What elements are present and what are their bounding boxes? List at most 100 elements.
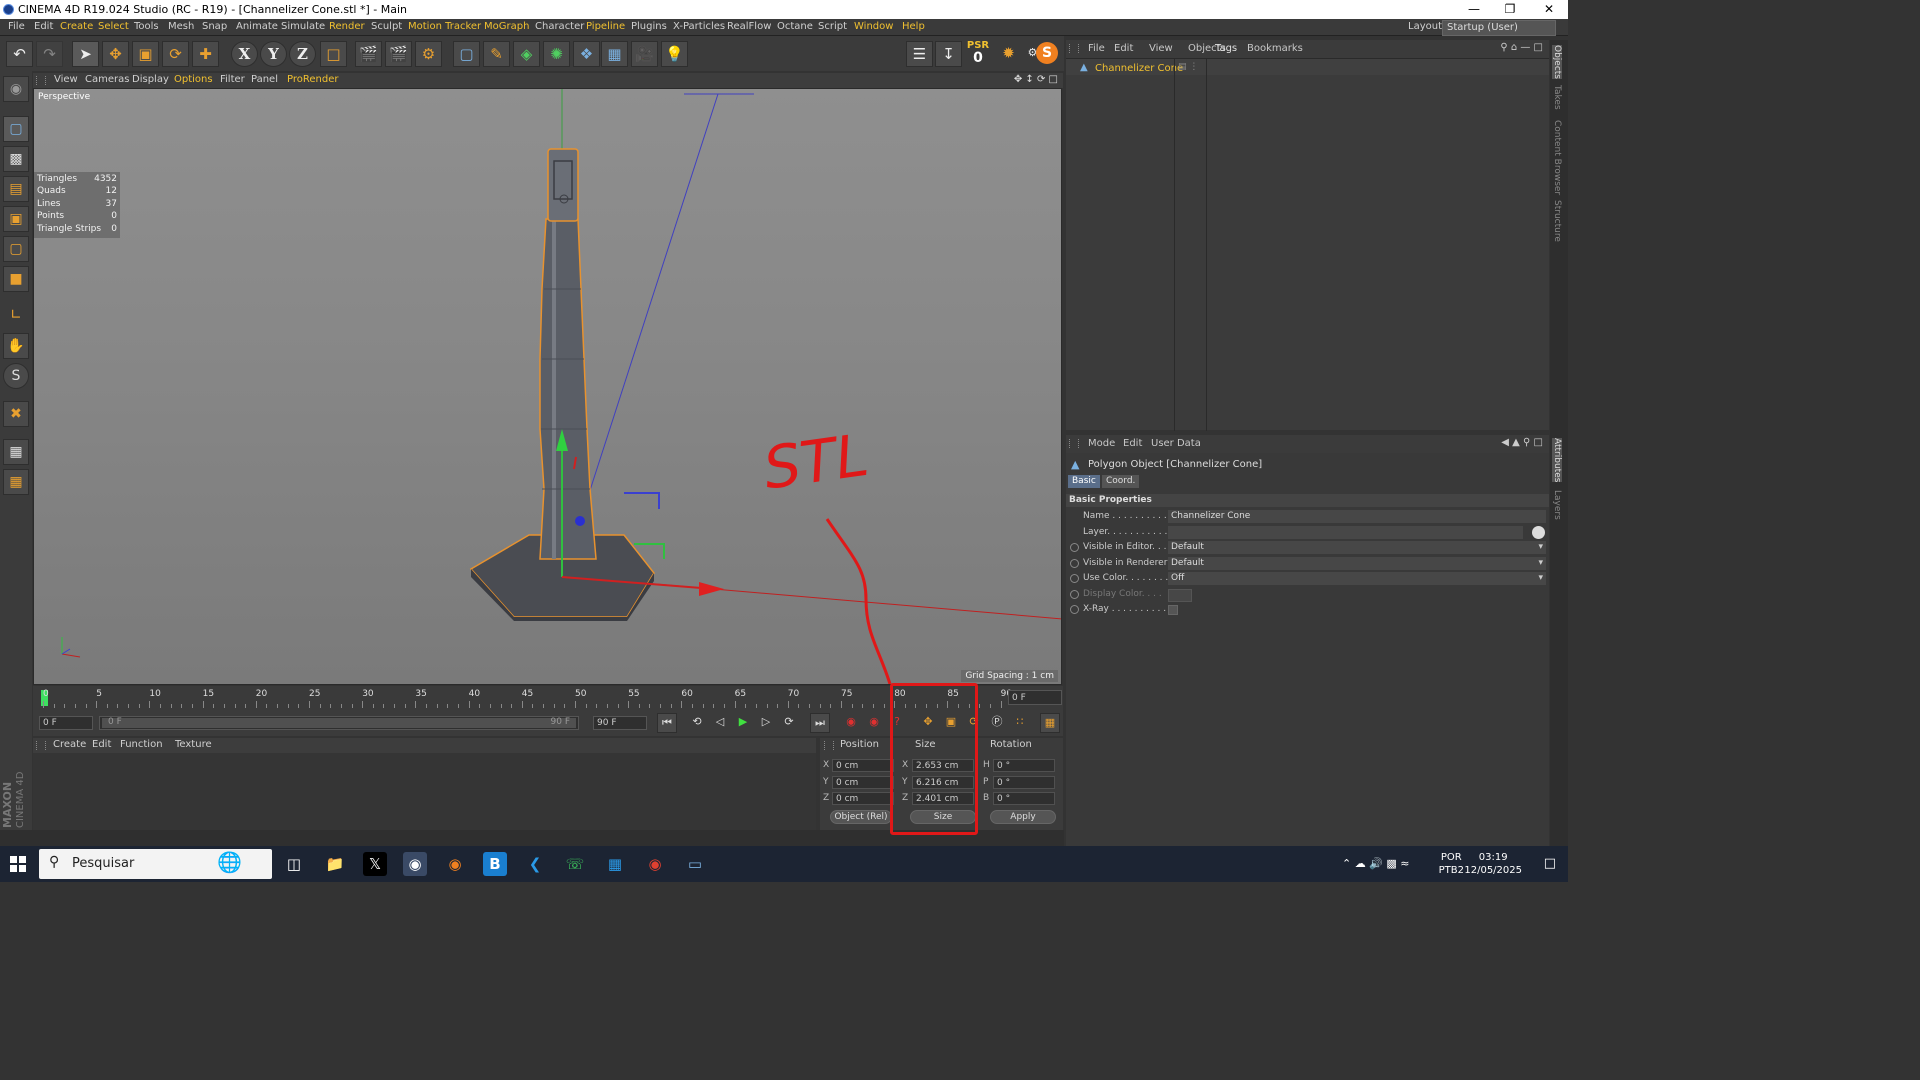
viewport-camera-label[interactable]: Perspective <box>38 92 90 102</box>
prev-key-icon[interactable]: ⟲ <box>687 713 707 733</box>
menu-file[interactable]: File <box>8 21 25 32</box>
keyframe-selection-icon[interactable]: ? <box>887 713 907 733</box>
make-editable-icon[interactable]: ◉ <box>3 76 29 102</box>
key-point-level-icon[interactable]: ∷ <box>1010 713 1030 733</box>
y-axis-lock-icon[interactable]: Y <box>260 41 287 67</box>
object-menu-edit[interactable]: Edit <box>1114 43 1133 54</box>
tab-coord[interactable]: Coord. <box>1102 475 1140 488</box>
calculator-icon[interactable]: ▦ <box>603 852 627 876</box>
menu-motion-tracker[interactable]: Motion Tracker <box>408 21 481 32</box>
object-menu-bookmarks[interactable]: Bookmarks <box>1247 43 1303 54</box>
object-manager-nav-icons[interactable]: ⚲ ⌂ — □ <box>1500 42 1543 53</box>
position-x-field[interactable]: 0 cm <box>832 759 894 772</box>
menu-animate[interactable]: Animate <box>236 21 278 32</box>
viewport-menu-filter[interactable]: Filter <box>220 74 245 85</box>
apply-button[interactable]: Apply <box>990 810 1056 824</box>
cinema4d-taskbar-icon[interactable]: ◉ <box>403 852 427 876</box>
rotation-b-field[interactable]: 0 ° <box>993 792 1055 805</box>
bake-download-icon[interactable]: ↧ <box>935 41 962 67</box>
menu-tools[interactable]: Tools <box>134 21 159 32</box>
menu-x-particles[interactable]: X-Particles <box>673 21 725 32</box>
s-plugin-icon[interactable]: S <box>1036 42 1058 64</box>
position-z-field[interactable]: 0 cm <box>832 792 894 805</box>
taskbar-search[interactable]: ⚲ Pesquisar 🌐 <box>39 849 272 879</box>
recent-tool-icon[interactable]: ✚ <box>192 41 219 67</box>
preview-range-slider[interactable]: 0 F 90 F <box>99 716 579 730</box>
play-icon[interactable]: ▶ <box>733 713 753 733</box>
viewport-menu-view[interactable]: View <box>54 74 78 85</box>
attribute-value[interactable]: Off <box>1168 572 1546 585</box>
menu-script[interactable]: Script <box>818 21 847 32</box>
restore-icon[interactable]: ❐ <box>1493 0 1527 19</box>
model-mode-icon[interactable]: ▢ <box>3 116 29 142</box>
render-view-icon[interactable]: 🎬 <box>355 41 382 67</box>
material-menu-create[interactable]: Create <box>53 739 86 750</box>
workplane-icon[interactable]: ▦ <box>3 439 29 465</box>
menu-sculpt[interactable]: Sculpt <box>371 21 402 32</box>
size-z-field[interactable]: 2.401 cm <box>912 792 974 805</box>
object-manager-tree[interactable]: ▲ Channelizer Cone ▤ ⋮ <box>1066 58 1549 431</box>
attribute-menu-mode[interactable]: Mode <box>1088 438 1115 449</box>
notification-icon[interactable]: □ <box>1544 856 1556 871</box>
material-manager-area[interactable] <box>33 753 816 830</box>
next-frame-icon[interactable]: ▷ <box>756 713 776 733</box>
autokey-icon[interactable]: ◉ <box>864 713 884 733</box>
tray-icons[interactable]: ⌃ ☁ 🔊 ▩ ≈ <box>1342 857 1410 870</box>
attribute-value[interactable]: Default <box>1168 541 1546 554</box>
vertical-tab-attributes[interactable]: Attributes <box>1552 438 1562 483</box>
vertical-tab-content-browser[interactable]: Content Browser <box>1552 120 1562 195</box>
viewport-menu-prorender[interactable]: ProRender <box>287 74 338 85</box>
display-color-swatch[interactable] <box>1168 588 1192 602</box>
viewport-menu-cameras[interactable]: Cameras <box>85 74 129 85</box>
vertical-tab-takes[interactable]: Takes <box>1552 85 1562 110</box>
floor-scene-icon[interactable]: ▦ <box>601 41 628 67</box>
solo-mode-icon[interactable]: S <box>3 363 29 389</box>
object-menu-tags[interactable]: Tags <box>1215 43 1237 54</box>
record-keys-icon[interactable]: ◉ <box>841 713 861 733</box>
z-axis-lock-icon[interactable]: Z <box>289 41 316 67</box>
attribute-menu-edit[interactable]: Edit <box>1123 438 1142 449</box>
viewport-menu-panel[interactable]: Panel <box>251 74 278 85</box>
menu-snap[interactable]: Snap <box>202 21 227 32</box>
b-app-icon[interactable]: B <box>483 852 507 876</box>
rotation-p-field[interactable]: 0 ° <box>993 775 1055 789</box>
redo-icon[interactable]: ↷ <box>36 41 63 67</box>
grip-handle[interactable] <box>36 741 46 750</box>
attribute-value[interactable]: Channelizer Cone <box>1168 510 1546 523</box>
move-tool-icon[interactable]: ✥ <box>102 41 129 67</box>
animate-toggle-icon[interactable] <box>1070 543 1079 552</box>
timeline-scheme-icon[interactable]: ▦ <box>1040 713 1060 733</box>
edges-mode-icon[interactable]: ▢ <box>3 236 29 262</box>
size-y-field[interactable]: 6.216 cm <box>912 775 974 789</box>
frame-ruler[interactable]: 0 5 10 15 20 25 30 35 40 45 50 55 60 65 70 75 80 85 90 <box>39 688 1012 708</box>
menu-create[interactable]: Create <box>60 21 93 32</box>
task-view-icon[interactable]: ◫ <box>282 852 306 876</box>
animate-toggle-icon[interactable] <box>1070 558 1079 568</box>
animate-toggle-icon[interactable] <box>1070 605 1079 614</box>
menu-select[interactable]: Select <box>98 21 129 32</box>
texture-mode-icon[interactable]: ▩ <box>3 146 29 172</box>
menu-mesh[interactable]: Mesh <box>168 21 194 32</box>
xray-checkbox[interactable] <box>1168 605 1178 615</box>
grip-handle[interactable] <box>1069 439 1079 448</box>
go-to-end-icon[interactable]: ⏭ <box>810 713 830 733</box>
layer-clear-icon[interactable] <box>1532 525 1545 539</box>
object-menu-view[interactable]: View <box>1149 43 1173 54</box>
window-app-icon[interactable]: ▭ <box>683 852 707 876</box>
menu-pipeline[interactable]: Pipeline <box>586 21 625 32</box>
menu-mograph[interactable]: MoGraph <box>484 21 529 32</box>
min-frame-field[interactable]: 0 F <box>39 716 93 730</box>
vertical-tab-layers[interactable]: Layers <box>1552 490 1562 520</box>
x-axis-lock-icon[interactable]: X <box>231 41 258 67</box>
tray-language[interactable]: POR PTB2 <box>1439 851 1464 877</box>
max-frame-field[interactable]: 90 F <box>593 716 647 730</box>
render-settings-icon[interactable]: ⚙ <box>415 41 442 67</box>
animate-toggle-icon[interactable] <box>1070 589 1079 599</box>
locked-workplane-icon[interactable]: ▦ <box>3 469 29 495</box>
menu-plugins[interactable]: Plugins <box>631 21 667 32</box>
windows-start-icon[interactable] <box>10 856 26 872</box>
menu-help[interactable]: Help <box>902 21 925 32</box>
live-selection-icon[interactable]: ➤ <box>72 41 99 67</box>
size-mode-select[interactable]: Size <box>910 810 976 824</box>
coordinate-mode-select[interactable]: Object (Rel) <box>830 810 892 824</box>
